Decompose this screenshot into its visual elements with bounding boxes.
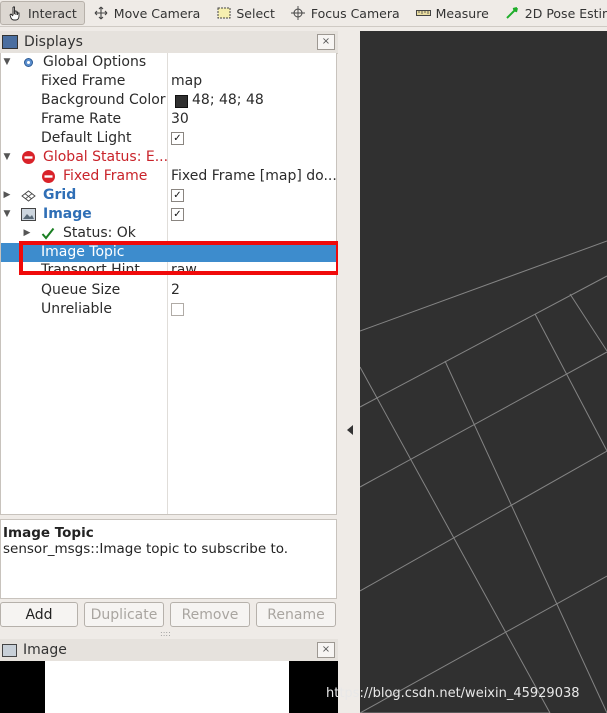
frame-rate-label: Frame Rate <box>41 111 122 127</box>
grid-lines <box>360 240 607 713</box>
displays-tree[interactable]: ▼ Global Options Fixed Frame map Backgro… <box>0 53 337 515</box>
image-icon <box>2 643 17 657</box>
duplicate-button[interactable]: Duplicate <box>84 602 164 627</box>
error-icon <box>41 169 56 184</box>
tree-row-fixed-frame-error[interactable]: Fixed Frame Fixed Frame [map] do... <box>1 167 337 186</box>
measure-tool-label: Measure <box>435 5 489 21</box>
queue-size-value[interactable]: 2 <box>171 281 180 300</box>
tree-row-unreliable[interactable]: Unreliable <box>1 300 336 319</box>
gear-icon <box>21 55 36 70</box>
grid-enabled-checkbox[interactable]: ✓ <box>171 189 184 202</box>
displays-close-button[interactable]: × <box>317 34 335 50</box>
tree-row-global-options[interactable]: ▼ Global Options <box>1 53 336 72</box>
ruler-icon <box>415 6 431 21</box>
color-swatch[interactable] <box>175 95 188 108</box>
fixed-frame-label: Fixed Frame <box>41 73 126 89</box>
move-arrows-icon <box>94 6 109 21</box>
default-light-checkbox[interactable]: ✓ <box>171 132 184 145</box>
panel-resize-grip[interactable]: :::: <box>160 630 176 638</box>
3d-render-view[interactable] <box>360 31 607 713</box>
image-left-black-region <box>0 661 45 713</box>
green-arrow-icon <box>505 6 520 21</box>
frame-rate-value[interactable]: 30 <box>171 110 189 129</box>
image-panel-close-button[interactable]: × <box>317 642 335 658</box>
expand-arrow-icon[interactable]: ▼ <box>2 205 12 224</box>
highlight-annotation-box <box>19 241 340 275</box>
focus-camera-tool-label: Focus Camera <box>310 5 400 21</box>
tree-row-grid[interactable]: ▶ Grid ✓ <box>1 186 336 205</box>
select-tool[interactable]: Select <box>209 1 282 25</box>
image-panel-title-bar: Image × <box>0 639 338 662</box>
global-status-label: Global Status: E... <box>43 149 169 165</box>
expand-arrow-icon[interactable]: ▼ <box>2 53 12 72</box>
tree-row-background-color[interactable]: Background Color 48; 48; 48 <box>1 91 336 110</box>
panel-splitter[interactable] <box>338 31 360 713</box>
select-tool-label: Select <box>236 5 275 21</box>
displays-panel-title-bar: Displays × <box>0 31 338 54</box>
unreliable-checkbox[interactable] <box>171 303 184 316</box>
collapse-left-arrow-icon[interactable] <box>347 425 353 435</box>
add-button[interactable]: Add <box>0 602 78 627</box>
unreliable-label: Unreliable <box>41 301 112 317</box>
focus-camera-tool[interactable]: Focus Camera <box>284 1 407 25</box>
image-panel-title: Image <box>23 642 67 658</box>
monitor-icon <box>2 35 18 49</box>
default-light-label: Default Light <box>41 130 132 146</box>
tree-row-frame-rate[interactable]: Frame Rate 30 <box>1 110 336 129</box>
collapse-arrow-icon[interactable]: ▶ <box>2 186 12 205</box>
global-options-label: Global Options <box>43 54 147 70</box>
displays-panel-title: Displays <box>24 34 83 50</box>
measure-tool[interactable]: Measure <box>409 1 496 25</box>
expand-arrow-icon[interactable]: ▼ <box>2 148 12 167</box>
tree-row-image[interactable]: ▼ Image ✓ <box>1 205 336 224</box>
queue-size-label: Queue Size <box>41 282 121 298</box>
background-color-value[interactable]: 48; 48; 48 <box>192 91 264 110</box>
interact-tool-label: Interact <box>28 5 77 21</box>
grid-icon <box>21 188 36 203</box>
check-icon <box>40 226 55 241</box>
fixed-frame-error-label: Fixed Frame <box>63 168 148 184</box>
description-body: sensor_msgs::Image topic to subscribe to… <box>3 541 289 557</box>
error-icon <box>21 150 36 165</box>
image-icon <box>21 207 36 222</box>
hand-pointer-icon <box>8 6 23 21</box>
rename-button[interactable]: Rename <box>256 602 336 627</box>
image-display-label: Image <box>43 206 92 222</box>
tree-row-fixed-frame[interactable]: Fixed Frame map <box>1 72 336 91</box>
2d-pose-estimate-tool-label: 2D Pose Estima <box>524 5 607 21</box>
remove-button[interactable]: Remove <box>170 602 250 627</box>
background-color-label: Background Color <box>41 92 166 108</box>
displays-button-bar: Add Duplicate Remove Rename <box>0 602 338 630</box>
crosshair-icon <box>291 6 306 21</box>
rviz-toolbar: Interact Move Camera Select Focus Camera… <box>0 0 607 27</box>
description-title: Image Topic <box>3 525 94 541</box>
image-enabled-checkbox[interactable]: ✓ <box>171 208 184 221</box>
fixed-frame-value[interactable]: map <box>171 72 202 91</box>
tree-row-global-status[interactable]: ▼ Global Status: E... <box>1 148 336 167</box>
move-camera-tool-label: Move Camera <box>113 5 201 21</box>
watermark-text: https://blog.csdn.net/weixin_45929038 <box>326 686 580 701</box>
tree-row-queue-size[interactable]: Queue Size 2 <box>1 281 336 300</box>
tree-row-default-light[interactable]: Default Light ✓ <box>1 129 336 148</box>
2d-pose-estimate-tool[interactable]: 2D Pose Estima <box>498 1 607 25</box>
image-view <box>0 661 338 713</box>
grid-display-label: Grid <box>43 187 77 203</box>
interact-tool[interactable]: Interact <box>0 1 85 25</box>
fixed-frame-error-value: Fixed Frame [map] do... <box>171 168 337 184</box>
property-description-box: Image Topic sensor_msgs::Image topic to … <box>0 519 337 599</box>
select-rectangle-icon <box>216 6 231 21</box>
move-camera-tool[interactable]: Move Camera <box>87 1 208 25</box>
